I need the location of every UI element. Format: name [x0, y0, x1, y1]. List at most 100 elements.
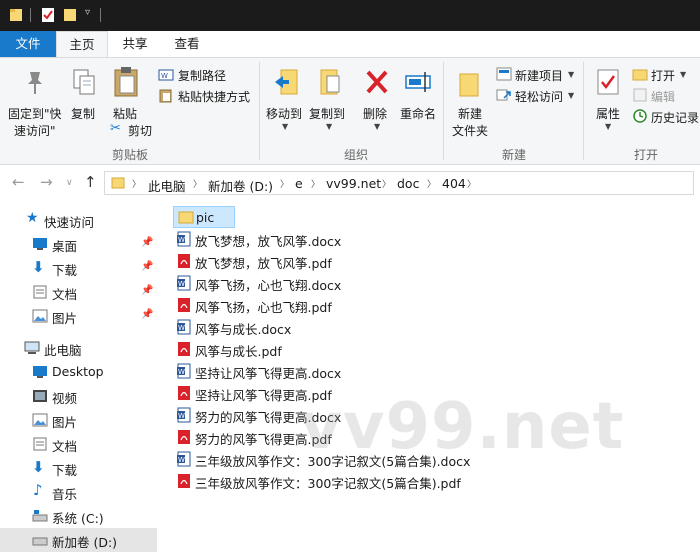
- chevron-down-icon: ▼: [282, 122, 289, 131]
- video-icon: [33, 390, 47, 402]
- copy-path-button[interactable]: W 复制路径: [158, 66, 258, 84]
- download-icon: ⬇: [32, 458, 45, 476]
- file-row-docx[interactable]: W 坚持让风筝飞得更高.docx: [173, 360, 473, 382]
- open-icon: [632, 69, 648, 81]
- ribbon: 固定到"快 速访问" 复制 粘贴 W 复制路径 粘贴快捷方式 ✂ 剪切 剪贴板 …: [0, 57, 700, 165]
- group-separator: [583, 62, 584, 160]
- nav-item-quick-access[interactable]: ★ 快速访问: [0, 208, 157, 232]
- easy-access-button[interactable]: 轻松访问 ▼: [496, 87, 578, 105]
- pin-icon: [28, 72, 42, 94]
- nav-item-desktop[interactable]: Desktop: [0, 360, 157, 384]
- forward-arrow-icon[interactable]: →: [40, 173, 53, 191]
- scissors-icon: ✂: [110, 121, 121, 136]
- copy-to-button[interactable]: 复制到 ▼: [307, 62, 351, 142]
- pin-label-line2: 速访问": [14, 124, 56, 138]
- file-row-docx[interactable]: W 风筝飞扬，心也飞翔.docx: [173, 272, 473, 294]
- nav-label: 图片: [52, 311, 78, 326]
- svg-text:W: W: [178, 280, 185, 288]
- easy-access-label: 轻松访问: [515, 90, 564, 104]
- pin-icon[interactable]: 📌: [141, 285, 153, 296]
- tab-home[interactable]: 主页: [56, 31, 108, 57]
- windows-drive-icon: [32, 510, 48, 522]
- rename-button[interactable]: 重命名: [398, 62, 440, 142]
- nav-label: 图片: [52, 415, 78, 430]
- file-row-pdf[interactable]: 三年级放风筝作文：300字记叙文(5篇合集).pdf: [173, 470, 553, 492]
- copy-button[interactable]: 复制: [66, 62, 102, 142]
- delete-button[interactable]: 删除 ▼: [356, 62, 396, 142]
- tab-view[interactable]: 查看: [162, 31, 212, 57]
- file-row-pdf[interactable]: 风筝飞扬，心也飞翔.pdf: [173, 294, 473, 316]
- tab-file[interactable]: 文件: [0, 31, 56, 57]
- breadcrumb-drive-d[interactable]: 新加卷 (D:): [208, 176, 273, 195]
- group-label-clipboard: 剪贴板: [111, 148, 148, 162]
- breadcrumb-vv99[interactable]: vv99.net: [326, 176, 381, 191]
- cut-button[interactable]: ✂ 剪切: [108, 121, 168, 139]
- breadcrumb-separator-icon[interactable]: 〉: [382, 177, 391, 190]
- new-folder-icon[interactable]: [63, 7, 77, 23]
- new-folder-label-line1: 新建: [458, 107, 483, 121]
- back-arrow-icon[interactable]: ←: [12, 173, 25, 191]
- pin-icon[interactable]: 📌: [141, 309, 153, 320]
- nav-item-downloads[interactable]: ⬇ 下载: [0, 456, 157, 480]
- customize-quick-access-icon[interactable]: ▿: [85, 7, 90, 18]
- tab-share[interactable]: 共享: [112, 31, 158, 57]
- svg-text:W: W: [178, 368, 185, 376]
- svg-text:W: W: [178, 412, 185, 420]
- pin-to-quick-access-button[interactable]: 固定到"快 速访问": [4, 62, 66, 142]
- nav-item-videos[interactable]: 视频: [0, 384, 157, 408]
- nav-item-downloads-quick[interactable]: ⬇ 下载 📌: [0, 256, 157, 280]
- move-to-icon: [275, 69, 298, 95]
- nav-item-pictures[interactable]: 图片: [0, 408, 157, 432]
- word-document-icon: W: [177, 275, 191, 291]
- breadcrumb-separator-icon[interactable]: 〉: [280, 177, 289, 190]
- nav-item-documents[interactable]: 文档: [0, 432, 157, 456]
- file-row-folder[interactable]: pic: [173, 206, 235, 228]
- breadcrumb-this-pc[interactable]: 此电脑: [148, 176, 186, 195]
- new-folder-button[interactable]: 新建 文件夹: [448, 62, 492, 142]
- file-row-docx[interactable]: W 放飞梦想，放飞风筝.docx: [173, 228, 473, 250]
- breadcrumb-doc[interactable]: doc: [397, 176, 419, 191]
- nav-item-desktop-quick[interactable]: 桌面 📌: [0, 232, 157, 256]
- nav-item-this-pc[interactable]: 此电脑: [0, 336, 157, 360]
- nav-item-pictures-quick[interactable]: 图片 📌: [0, 304, 157, 328]
- new-item-button[interactable]: 新建项目 ▼: [496, 66, 578, 84]
- pdf-document-icon: [178, 386, 190, 400]
- breadcrumb-separator-icon[interactable]: 〉: [193, 177, 202, 190]
- star-icon: ★: [26, 210, 39, 226]
- group-label-open: 打开: [633, 148, 658, 162]
- breadcrumb-separator-icon[interactable]: 〉: [427, 177, 436, 190]
- pin-icon[interactable]: 📌: [141, 237, 153, 248]
- file-row-docx[interactable]: W 风筝与成长.docx: [173, 316, 473, 338]
- paste-label: 粘贴: [113, 107, 138, 121]
- pin-icon[interactable]: 📌: [141, 261, 153, 272]
- nav-label: Desktop: [52, 364, 104, 379]
- file-row-pdf[interactable]: 放飞梦想，放飞风筝.pdf: [173, 250, 473, 272]
- nav-item-drive-c[interactable]: 系统 (C:): [0, 504, 157, 528]
- history-button[interactable]: 历史记录: [632, 108, 700, 126]
- copy-to-label: 复制到: [309, 107, 346, 121]
- open-button[interactable]: 打开 ▼: [632, 66, 700, 84]
- nav-item-music[interactable]: ♪ 音乐: [0, 480, 157, 504]
- breadcrumb-separator-icon[interactable]: 〉: [311, 177, 320, 190]
- properties-button[interactable]: 属性 ▼: [588, 62, 628, 142]
- file-name: 放飞梦想，放飞风筝.docx: [195, 234, 342, 249]
- word-document-icon: W: [177, 231, 191, 247]
- folder-icon[interactable]: [9, 7, 23, 23]
- up-arrow-icon[interactable]: ↑: [84, 173, 97, 191]
- copy-label: 复制: [71, 107, 96, 121]
- breadcrumb-separator-icon[interactable]: 〉: [132, 177, 141, 190]
- chevron-down-icon: ▼: [374, 122, 381, 131]
- move-to-button[interactable]: 移动到 ▼: [263, 62, 307, 142]
- breadcrumb-separator-icon[interactable]: 〉: [467, 177, 476, 190]
- properties-icon[interactable]: [41, 7, 55, 23]
- download-icon: ⬇: [32, 258, 45, 276]
- breadcrumb-e[interactable]: e: [295, 176, 303, 191]
- nav-item-documents-quick[interactable]: 文档 📌: [0, 280, 157, 304]
- nav-item-drive-d[interactable]: 新加卷 (D:): [0, 528, 157, 552]
- file-row-pdf[interactable]: 风筝与成长.pdf: [173, 338, 473, 360]
- recent-locations-chevron-icon[interactable]: ∨: [66, 178, 73, 188]
- paste-shortcut-button[interactable]: 粘贴快捷方式: [158, 87, 258, 105]
- address-bar[interactable]: 〉 此电脑 〉 新加卷 (D:) 〉 e 〉 vv99.net 〉 doc 〉 …: [104, 171, 694, 195]
- breadcrumb-404[interactable]: 404: [442, 176, 466, 191]
- nav-label: 下载: [52, 463, 78, 478]
